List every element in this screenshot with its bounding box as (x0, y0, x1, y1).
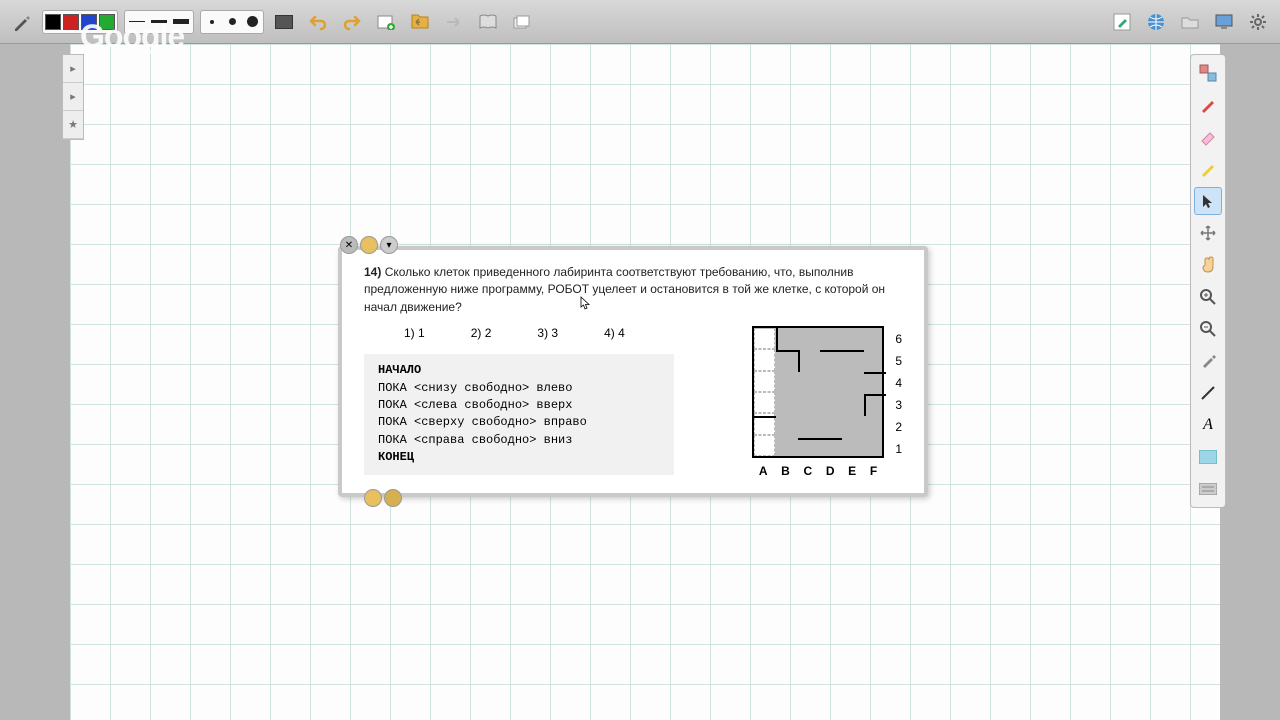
eraser-icon[interactable] (1194, 123, 1222, 151)
dot-lg[interactable] (243, 14, 261, 30)
grid-icon[interactable] (270, 8, 298, 36)
answer-1: 1) 1 (404, 326, 425, 340)
color-palette (42, 10, 118, 34)
line-icon[interactable] (1194, 379, 1222, 407)
code-block: НАЧАЛО ПОКА <снизу свободно> влево ПОКА … (364, 354, 674, 474)
fill-icon[interactable] (1194, 59, 1222, 87)
new-page-icon[interactable] (372, 8, 400, 36)
bubble-a-icon[interactable] (364, 489, 382, 507)
left-mini-palette: ▸ ▸ ★ (62, 54, 84, 140)
redo-icon[interactable] (338, 8, 366, 36)
line-thick[interactable] (171, 14, 191, 30)
note-icon[interactable] (1194, 443, 1222, 471)
color-black[interactable] (45, 14, 61, 30)
right-tool-palette: A (1190, 54, 1226, 508)
answer-3: 3) 3 (537, 326, 558, 340)
maze-col-labels: A B C D E F (752, 464, 884, 478)
pan-icon[interactable] (1194, 219, 1222, 247)
question-text: 14) Сколько клеток приведенного лабиринт… (364, 264, 902, 316)
hand-icon[interactable] (1194, 251, 1222, 279)
close-icon[interactable]: ✕ (340, 236, 358, 254)
globe-icon[interactable] (1142, 8, 1170, 36)
line-width-palette (124, 10, 194, 34)
line-med[interactable] (149, 14, 169, 30)
task-window[interactable]: ✕ ▾ 14) Сколько клеток приведенного лаби… (338, 246, 928, 497)
top-toolbar (0, 0, 1280, 44)
bubble-b-icon[interactable] (384, 489, 402, 507)
task-body: 14) Сколько клеток приведенного лабиринт… (342, 250, 924, 493)
maze-diagram (752, 326, 884, 458)
keyboard-icon[interactable] (1194, 475, 1222, 503)
question-number: 14) (364, 265, 381, 279)
pin-icon[interactable] (360, 236, 378, 254)
cards-icon[interactable] (508, 8, 536, 36)
left-item-2[interactable]: ▸ (63, 83, 83, 111)
gear-icon[interactable] (1244, 8, 1272, 36)
chevron-down-icon[interactable]: ▾ (380, 236, 398, 254)
color-green[interactable] (99, 14, 115, 30)
undo-icon[interactable] (304, 8, 332, 36)
forward-icon[interactable] (440, 8, 468, 36)
text-icon[interactable]: A (1194, 411, 1222, 439)
zoom-in-icon[interactable] (1194, 283, 1222, 311)
dot-sm[interactable] (203, 14, 221, 30)
question-content: Сколько клеток приведенного лабиринта со… (364, 265, 885, 314)
pen-icon[interactable] (8, 8, 36, 36)
left-item-1[interactable]: ▸ (63, 55, 83, 83)
zoom-out-icon[interactable] (1194, 315, 1222, 343)
marker-yellow-icon[interactable] (1194, 155, 1222, 183)
answer-2: 2) 2 (471, 326, 492, 340)
maze-row-labels: 6 5 4 3 2 1 (895, 328, 902, 460)
dot-md[interactable] (223, 14, 241, 30)
book-icon[interactable] (474, 8, 502, 36)
color-blue[interactable] (81, 14, 97, 30)
edit-icon[interactable] (1108, 8, 1136, 36)
pointer-icon[interactable] (1194, 187, 1222, 215)
answer-4: 4) 4 (604, 326, 625, 340)
dot-size-palette (200, 10, 264, 34)
line-thin[interactable] (127, 14, 147, 30)
folder-icon[interactable] (1176, 8, 1204, 36)
color-red[interactable] (63, 14, 79, 30)
folder-back-icon[interactable] (406, 8, 434, 36)
monitor-icon[interactable] (1210, 8, 1238, 36)
eyedrop-icon[interactable] (1194, 347, 1222, 375)
left-item-3[interactable]: ★ (63, 111, 83, 139)
marker-red-icon[interactable] (1194, 91, 1222, 119)
